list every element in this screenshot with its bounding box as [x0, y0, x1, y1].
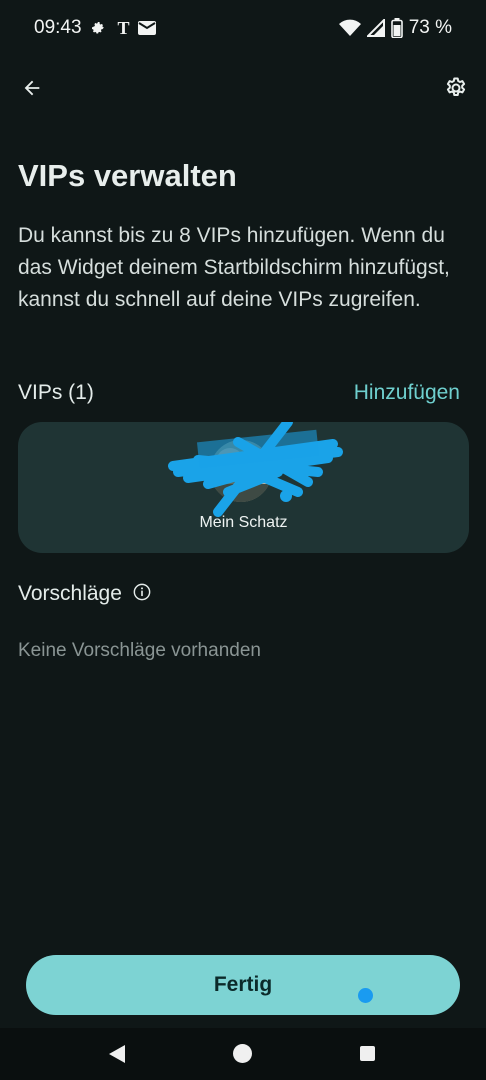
- battery-icon: [390, 18, 403, 38]
- touch-indicator: [358, 988, 373, 1003]
- suggestions-empty-text: Keine Vorschläge vorhanden: [18, 640, 261, 661]
- arrow-left-icon: [21, 77, 43, 104]
- page-description: Du kannst bis zu 8 VIPs hinzufügen. Wenn…: [18, 224, 450, 311]
- cell-signal-icon: [366, 19, 385, 37]
- system-nav-bar: [0, 1028, 486, 1080]
- add-vip-button[interactable]: Hinzufügen: [354, 381, 460, 405]
- carrier-t-icon: T: [117, 17, 130, 38]
- nav-home-icon[interactable]: [233, 1044, 252, 1063]
- suggestions-header: Vorschläge: [18, 582, 152, 606]
- status-bar: 09:43 T 73 %: [0, 0, 486, 56]
- vips-header: VIPs (1) Hinzufügen: [18, 378, 460, 408]
- status-right: 73 %: [338, 17, 452, 39]
- status-time: 09:43: [34, 17, 82, 38]
- status-left: 09:43 T: [34, 17, 156, 39]
- settings-button[interactable]: [440, 74, 472, 106]
- vip-name[interactable]: Mein Schatz: [18, 514, 469, 532]
- redaction-scribble: [168, 422, 343, 517]
- vip-list-card: Mein Schatz: [18, 422, 469, 553]
- settings-gear-icon: [90, 20, 106, 36]
- top-app-bar: [0, 68, 486, 112]
- nav-back-icon[interactable]: [108, 1044, 126, 1069]
- battery-percent: 73 %: [408, 17, 452, 38]
- nav-recents-icon[interactable]: [360, 1046, 375, 1061]
- back-button[interactable]: [16, 74, 48, 106]
- gear-icon: [444, 76, 468, 105]
- done-button[interactable]: Fertig: [26, 955, 460, 1015]
- suggestions-title: Vorschläge: [18, 582, 122, 605]
- wifi-icon: [338, 19, 361, 37]
- vips-count-label: VIPs (1): [18, 381, 94, 404]
- page-title: VIPs verwalten: [18, 158, 237, 193]
- mail-icon: [137, 21, 156, 35]
- info-icon[interactable]: [132, 582, 152, 602]
